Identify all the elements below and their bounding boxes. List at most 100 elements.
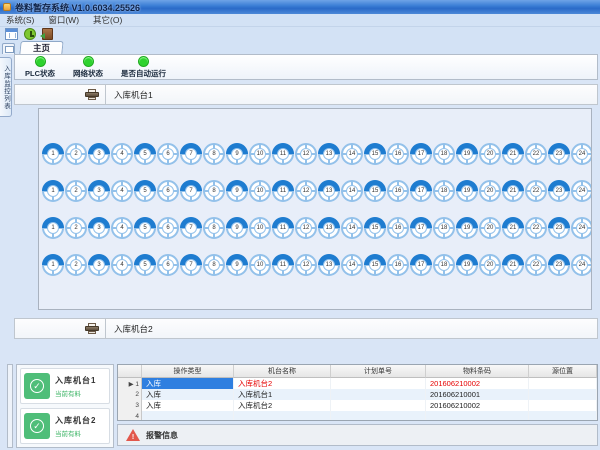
slot-6[interactable]: 6 [157,180,179,202]
table-row[interactable]: 4 [118,411,597,421]
slot-2[interactable]: 2 [65,217,87,239]
slot-22[interactable]: 22 [525,180,547,202]
title-bar[interactable]: 卷料暂存系统 V1.0.6034.25526 [0,0,600,14]
menu-other[interactable]: 其它(O) [93,14,122,26]
slot-22[interactable]: 22 [525,143,547,165]
slot-5[interactable]: 5 [134,143,156,165]
slot-23[interactable]: 23 [548,143,570,165]
slot-4[interactable]: 4 [111,217,133,239]
menu-system[interactable]: 系统(S) [6,14,34,26]
slot-3[interactable]: 3 [88,217,110,239]
slot-7[interactable]: 7 [180,217,202,239]
slot-9[interactable]: 9 [226,254,248,276]
slot-20[interactable]: 20 [479,180,501,202]
col-operation-type[interactable]: 操作类型 [142,365,234,378]
slot-15[interactable]: 15 [364,217,386,239]
slot-18[interactable]: 18 [433,143,455,165]
menu-window[interactable]: 窗口(W) [48,14,79,26]
tab-home[interactable]: 主页 [19,41,63,54]
slot-20[interactable]: 20 [479,217,501,239]
slot-8[interactable]: 8 [203,217,225,239]
slot-10[interactable]: 10 [249,143,271,165]
slot-16[interactable]: 16 [387,143,409,165]
side-tab-monitor-list[interactable]: 入库监控列表 [0,57,12,117]
slot-1[interactable]: 1 [42,143,64,165]
slot-11[interactable]: 11 [272,180,294,202]
slot-17[interactable]: 17 [410,217,432,239]
slot-23[interactable]: 23 [548,217,570,239]
slot-8[interactable]: 8 [203,254,225,276]
slot-22[interactable]: 22 [525,254,547,276]
slot-1[interactable]: 1 [42,254,64,276]
slot-10[interactable]: 10 [249,217,271,239]
slot-18[interactable]: 18 [433,180,455,202]
slot-24[interactable]: 24 [571,143,592,165]
slot-19[interactable]: 19 [456,143,478,165]
slot-9[interactable]: 9 [226,143,248,165]
slot-12[interactable]: 12 [295,143,317,165]
slot-2[interactable]: 2 [65,180,87,202]
slot-22[interactable]: 22 [525,217,547,239]
slot-1[interactable]: 1 [42,217,64,239]
slot-8[interactable]: 8 [203,143,225,165]
slot-13[interactable]: 13 [318,217,340,239]
slot-2[interactable]: 2 [65,254,87,276]
slot-14[interactable]: 14 [341,143,363,165]
machine1-monitor-card[interactable]: ✓ 入库机台1 当前有料 [20,368,110,404]
slot-17[interactable]: 17 [410,254,432,276]
slot-18[interactable]: 18 [433,217,455,239]
slot-24[interactable]: 24 [571,254,592,276]
slot-3[interactable]: 3 [88,180,110,202]
slot-11[interactable]: 11 [272,217,294,239]
slot-16[interactable]: 16 [387,180,409,202]
slot-19[interactable]: 19 [456,180,478,202]
slot-3[interactable]: 3 [88,254,110,276]
slot-21[interactable]: 21 [502,143,524,165]
slot-12[interactable]: 12 [295,180,317,202]
slot-20[interactable]: 20 [479,254,501,276]
calendar-icon[interactable] [5,28,18,40]
slot-19[interactable]: 19 [456,254,478,276]
machine1-print-button[interactable] [15,85,106,104]
slot-23[interactable]: 23 [548,180,570,202]
slot-12[interactable]: 12 [295,254,317,276]
table-row[interactable]: ▶ 1入库入库机台2201606210002 [118,378,597,389]
slot-7[interactable]: 7 [180,254,202,276]
slot-10[interactable]: 10 [249,254,271,276]
slot-24[interactable]: 24 [571,180,592,202]
slot-6[interactable]: 6 [157,143,179,165]
slot-13[interactable]: 13 [318,143,340,165]
slot-7[interactable]: 7 [180,180,202,202]
slot-2[interactable]: 2 [65,143,87,165]
slot-20[interactable]: 20 [479,143,501,165]
slot-8[interactable]: 8 [203,180,225,202]
slot-3[interactable]: 3 [88,143,110,165]
slot-18[interactable]: 18 [433,254,455,276]
slot-14[interactable]: 14 [341,217,363,239]
machine2-print-button[interactable] [15,319,106,338]
slot-5[interactable]: 5 [134,254,156,276]
vertical-splitter[interactable] [7,364,13,448]
slot-4[interactable]: 4 [111,143,133,165]
col-material-barcode[interactable]: 物料条码 [426,365,529,378]
slot-11[interactable]: 11 [272,143,294,165]
slot-15[interactable]: 15 [364,143,386,165]
slot-15[interactable]: 15 [364,254,386,276]
slot-1[interactable]: 1 [42,180,64,202]
table-row[interactable]: 2入库入库机台1201606210001 [118,389,597,400]
slot-11[interactable]: 11 [272,254,294,276]
slot-6[interactable]: 6 [157,217,179,239]
machine2-monitor-card[interactable]: ✓ 入库机台2 当前有料 [20,408,110,444]
slot-5[interactable]: 5 [134,217,156,239]
slot-5[interactable]: 5 [134,180,156,202]
slot-17[interactable]: 17 [410,143,432,165]
slot-13[interactable]: 13 [318,254,340,276]
slot-12[interactable]: 12 [295,217,317,239]
exit-icon[interactable] [42,28,53,40]
slot-21[interactable]: 21 [502,254,524,276]
slot-9[interactable]: 9 [226,217,248,239]
slot-21[interactable]: 21 [502,180,524,202]
clock-icon[interactable] [24,28,36,40]
slot-4[interactable]: 4 [111,254,133,276]
slot-4[interactable]: 4 [111,180,133,202]
